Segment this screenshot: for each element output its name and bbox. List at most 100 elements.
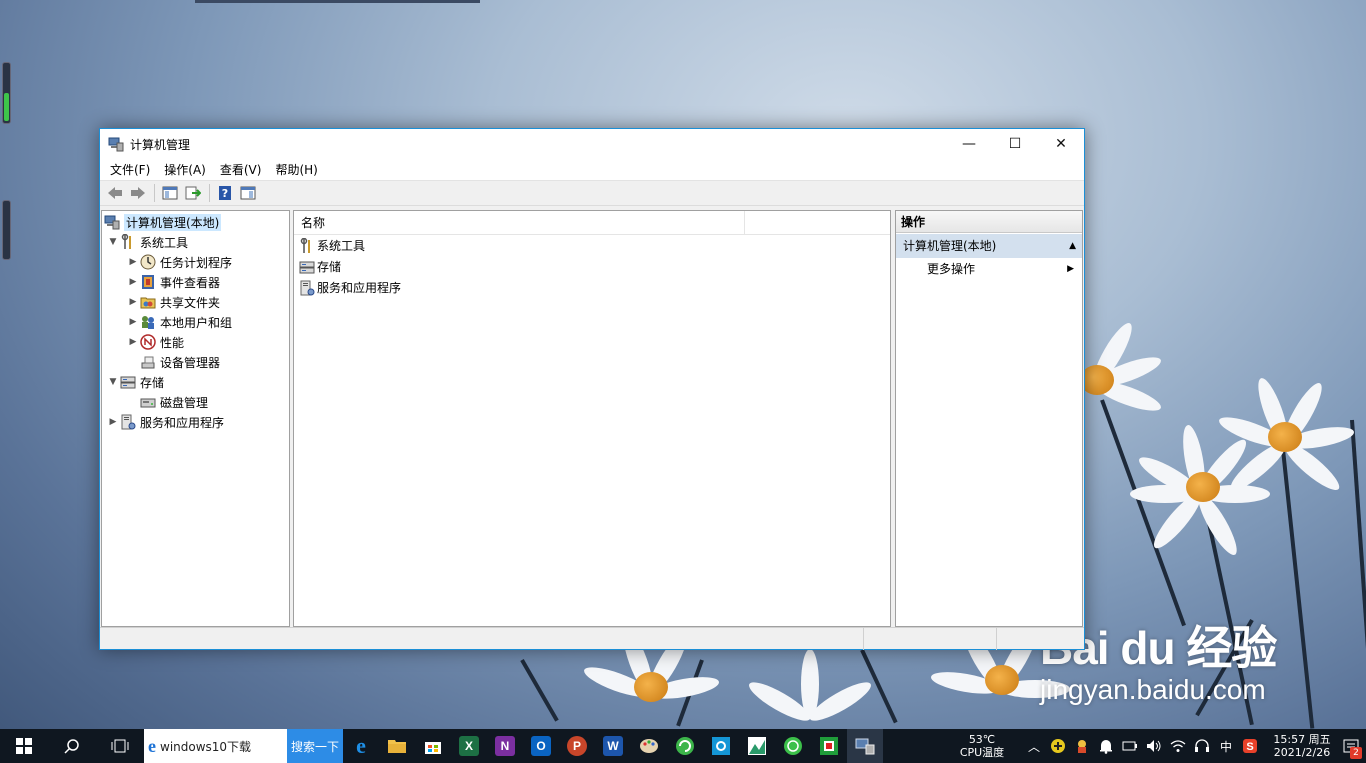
onenote-icon: N [495,736,515,756]
tree-item-computer-management-local[interactable]: 计算机管理(本地) [104,212,222,232]
notification-count-badge: 2 [1350,747,1362,759]
column-header-name[interactable]: 名称 [294,211,746,235]
tree-item-disk-management[interactable]: 磁盘管理 [126,392,208,412]
sogou-ime-button[interactable]: S [1238,729,1262,763]
show-hide-action-pane-button[interactable] [237,183,259,203]
storage-icon [299,259,315,275]
taskbar-powerpoint[interactable]: P [559,729,595,763]
chevron-right-icon[interactable]: ▶ [106,417,120,427]
windows-logo-icon [16,738,32,754]
tree-item-label: 服务和应用程序 [140,415,225,430]
task-view-button[interactable] [96,729,144,763]
maximize-button[interactable]: ☐ [992,129,1038,159]
taskbar-browser-green[interactable] [667,729,703,763]
results-list-pane[interactable]: 名称 系统工具 存储 服务和应用程序 [293,210,891,627]
tray-app-yellow[interactable] [1046,729,1070,763]
browser-search-submit-button[interactable]: 搜索一下 [287,729,343,763]
tree-item-task-scheduler[interactable]: ▶ 任务计划程序 [126,252,232,272]
toolbar-separator [209,184,210,202]
clock[interactable]: 15:57 周五 2021/2/26 [1268,733,1336,759]
ie-icon: e [148,735,156,756]
actions-section-computer-management[interactable]: 计算机管理(本地) ▲ [896,234,1082,258]
taskbar-green-app[interactable] [811,729,847,763]
taskbar-settings-app[interactable] [703,729,739,763]
more-actions-item[interactable]: 更多操作 ▶ [896,258,1082,281]
export-list-button[interactable] [182,183,204,203]
list-item-services-applications[interactable]: 服务和应用程序 [294,277,890,298]
chevron-right-icon[interactable]: ▶ [126,277,140,287]
back-arrow-icon [108,187,122,199]
sound-settings-button[interactable] [1190,729,1214,763]
chevron-down-icon[interactable]: ▼ [106,237,120,247]
wifi-button[interactable] [1166,729,1190,763]
folder-icon [388,740,406,753]
services-apps-icon [299,280,315,296]
menu-file[interactable]: 文件(F) [104,161,156,178]
collapse-up-icon[interactable]: ▲ [1069,234,1076,258]
taskbar-excel[interactable]: X [451,729,487,763]
tree-item-system-tools[interactable]: ▼ 系统工具 [106,232,188,252]
show-hidden-icons-button[interactable]: ︿ [1022,729,1046,763]
clock-date: 2021/2/26 [1273,746,1331,759]
browser-search-box[interactable]: e windows10下载 [144,729,287,763]
taskbar-edge[interactable]: e [343,729,379,763]
menu-help[interactable]: 帮助(H) [269,161,323,178]
speaker-icon [1147,740,1161,752]
chevron-right-icon[interactable]: ▶ [126,317,140,327]
taskbar-word[interactable]: W [595,729,631,763]
action-center-button[interactable]: 2 [1336,729,1366,763]
export-list-icon [185,186,201,200]
menu-view[interactable]: 查看(V) [214,161,268,178]
taskbar-photos[interactable] [739,729,775,763]
column-header-empty[interactable] [745,211,890,235]
search-button[interactable] [48,729,96,763]
tree-item-label: 磁盘管理 [160,395,209,410]
minimize-button[interactable]: — [946,129,992,159]
title-bar[interactable]: 计算机管理 — ☐ ✕ [100,129,1084,159]
taskbar-store[interactable] [415,729,451,763]
tree-item-performance[interactable]: ▶ 性能 [126,332,184,352]
tree-item-storage[interactable]: ▼ 存储 [106,372,164,392]
input-method-button[interactable]: 中 [1214,729,1238,763]
powerpoint-icon: P [567,736,587,756]
tree-item-shared-folders[interactable]: ▶ 共享文件夹 [126,292,220,312]
taskbar-onenote[interactable]: N [487,729,523,763]
chevron-right-icon[interactable]: ▶ [126,337,140,347]
tree-item-local-users-groups[interactable]: ▶ 本地用户和组 [126,312,232,332]
tree-item-label: 任务计划程序 [160,255,233,270]
network-adapter-button[interactable] [1118,729,1142,763]
submenu-arrow-icon: ▶ [1067,264,1074,274]
console-tree-pane[interactable]: 计算机管理(本地) ▼ 系统工具 ▶ 任务计划程序 ▶ 事件查看器 ▶ 共享文件… [101,210,290,627]
search-icon [64,739,79,754]
notifications-button[interactable] [1094,729,1118,763]
desktop-top-gadget [195,0,480,3]
forward-button[interactable] [127,183,149,203]
taskbar-computer-management[interactable] [847,729,883,763]
volume-button[interactable] [1142,729,1166,763]
start-button[interactable] [0,729,48,763]
cpu-temperature-widget[interactable]: 53℃ CPU温度 [950,733,1014,759]
list-item-system-tools[interactable]: 系统工具 [294,235,890,256]
taskbar-paint[interactable] [631,729,667,763]
task-view-icon [111,739,129,753]
excel-icon: X [459,736,479,756]
tray-app-figure[interactable] [1070,729,1094,763]
tree-item-device-manager[interactable]: 设备管理器 [126,352,220,372]
close-button[interactable]: ✕ [1038,129,1084,159]
back-button[interactable] [104,183,126,203]
menu-bar: 文件(F) 操作(A) 查看(V) 帮助(H) [100,159,1084,181]
mascot-icon [1078,740,1086,753]
tree-item-services-applications[interactable]: ▶ 服务和应用程序 [106,412,224,432]
taskbar-file-explorer[interactable] [379,729,415,763]
menu-action[interactable]: 操作(A) [158,161,212,178]
help-button[interactable]: ? [214,183,236,203]
chevron-down-icon[interactable]: ▼ [106,377,120,387]
chevron-right-icon[interactable]: ▶ [126,257,140,267]
taskbar-outlook[interactable]: O [523,729,559,763]
taskbar-wechat-like[interactable] [775,729,811,763]
show-hide-console-tree-button[interactable] [159,183,181,203]
browser-search-input[interactable]: windows10下载 [160,738,251,755]
list-item-storage[interactable]: 存储 [294,256,890,277]
chevron-right-icon[interactable]: ▶ [126,297,140,307]
tree-item-event-viewer[interactable]: ▶ 事件查看器 [126,272,220,292]
